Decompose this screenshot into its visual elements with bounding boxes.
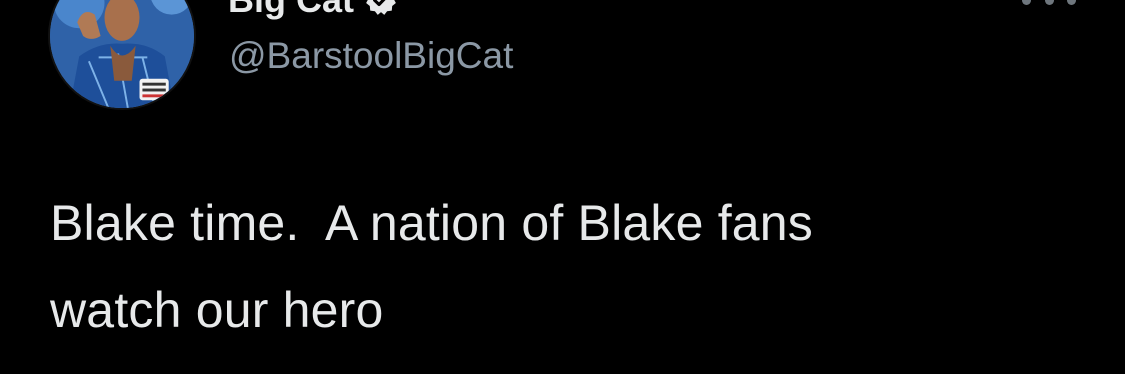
verified-badge-icon [364,0,398,17]
more-options-icon [1022,0,1031,5]
profile-photo-icon [50,0,194,108]
more-options-button[interactable] [1022,0,1076,10]
avatar[interactable] [48,0,196,110]
display-name[interactable]: Big Cat [228,0,354,22]
user-handle[interactable]: @BarstoolBigCat [229,34,513,78]
more-options-icon-dot [1067,0,1076,5]
tweet-text: Blake time. A nation of Blake fans watch… [50,195,814,338]
tweet: Big Cat @BarstoolBigCat Blake time. A na… [0,0,1125,374]
more-options-icon-dot [1044,0,1054,5]
display-name-row[interactable]: Big Cat [228,0,398,22]
